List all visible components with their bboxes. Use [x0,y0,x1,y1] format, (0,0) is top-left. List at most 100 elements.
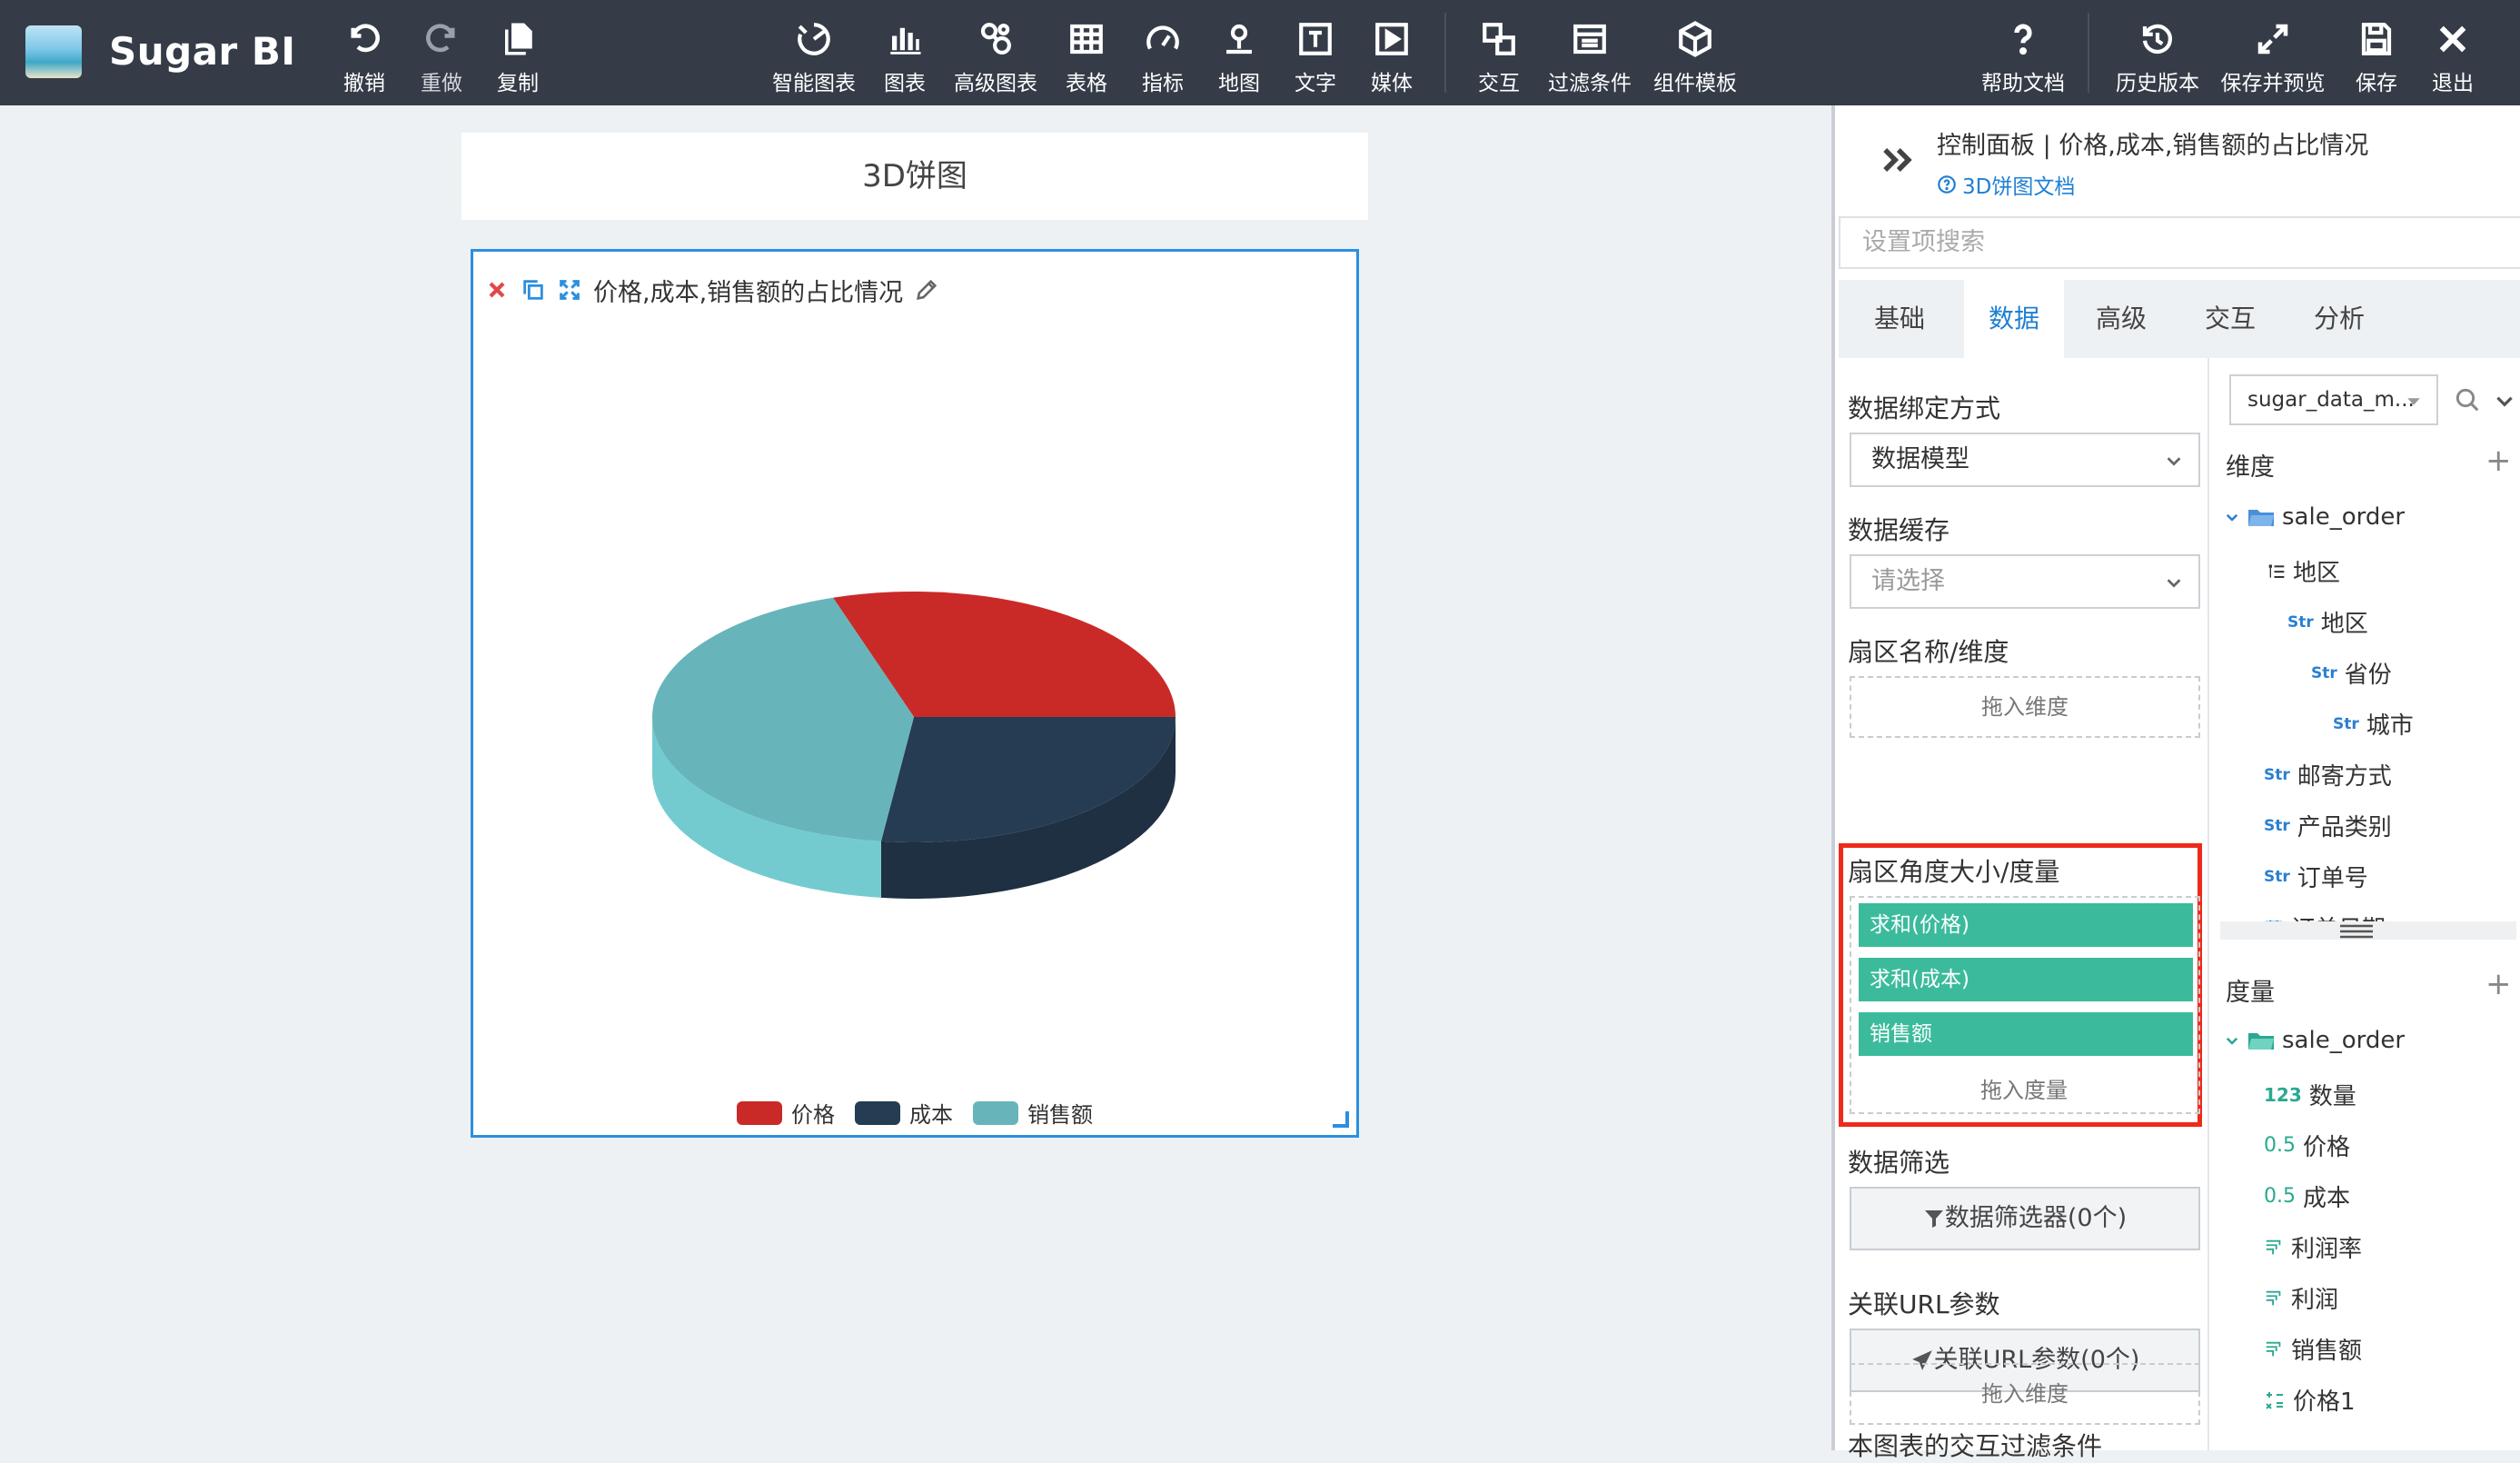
measure-field-profit-rate[interactable]: 利润率 [2264,1230,2362,1264]
tab-advanced[interactable]: 高级 [2071,280,2171,358]
filter-button[interactable]: 过滤条件 [1540,20,1640,95]
field-label: 利润 [2291,1287,2339,1314]
string-type-icon: Str [2333,714,2359,733]
tab-interaction[interactable]: 交互 [2180,280,2280,358]
interact-dimension-dropzone[interactable]: 拖入维度 [1850,1363,2200,1425]
measure-pill-sales[interactable]: 销售额 [1859,1012,2193,1056]
help-doc-label: 帮助文档 [1981,72,2065,95]
binding-mode-select[interactable]: 数据模型 [1850,433,2200,487]
legend-swatch [973,1100,1018,1125]
media-button[interactable]: 媒体 [1342,20,1442,95]
field-label: 成本 [2303,1185,2351,1212]
resize-handle[interactable] [1333,1111,1349,1128]
chevron-down-icon[interactable] [2493,389,2516,413]
data-filter-button[interactable]: 数据筛选器(0个) [1850,1187,2200,1250]
page-title[interactable]: 3D饼图 [461,133,1368,220]
add-dimension-icon[interactable]: + [2485,445,2512,476]
dimension-field-region-hierarchy[interactable]: 地区 [2267,554,2340,588]
copy-label: 复制 [497,72,539,95]
control-panel: 控制面板 | 价格,成本,销售额的占比情况 3D饼图文档 设置项搜索 基础 数据… [1831,105,2520,1461]
toolbar-divider [1444,13,1446,93]
legend-label: 销售额 [1027,1102,1093,1128]
legend-item-sales[interactable]: 销售额 [973,1097,1093,1129]
measure-pill-cost[interactable]: 求和(成本) [1859,958,2193,1001]
chart-doc-link[interactable]: 3D饼图文档 [1937,169,2075,200]
settings-search-input[interactable]: 设置项搜索 [1839,216,2520,269]
dimension-field-region[interactable]: Str 地区 [2287,605,2368,639]
filter-label: 过滤条件 [1548,72,1632,95]
redo-icon [426,24,455,53]
measure-field-quantity[interactable]: 123 数量 [2264,1078,2356,1111]
url-params-label: 关联URL参数 [1848,1289,2000,1319]
dimension-folder[interactable]: sale_order [2224,503,2405,531]
smart-chart-icon [798,23,830,55]
dimension-field-province[interactable]: Str 省份 [2311,656,2392,690]
measure-folder[interactable]: sale_order [2224,1027,2405,1054]
legend-swatch [737,1100,782,1125]
measure-field-price[interactable]: 0.5 价格 [2264,1129,2350,1162]
caret-down-icon [2407,398,2420,405]
data-cache-select[interactable]: 请选择 [1850,554,2200,609]
binding-mode-label: 数据绑定方式 [1848,393,2001,423]
component-template-button[interactable]: 组件模板 [1645,20,1745,95]
help-circle-icon [1938,175,1956,194]
drag-handle-icon[interactable] [2338,923,2375,940]
data-cache-placeholder: 请选择 [1871,567,1945,595]
history-button[interactable]: 历史版本 [2108,20,2207,95]
measure-field-cost[interactable]: 0.5 成本 [2264,1179,2350,1213]
legend-swatch [855,1100,900,1125]
dimensions-header: 维度 [2226,453,2275,482]
dimension-field-city[interactable]: Str 城市 [2333,707,2414,741]
folder-open-icon [2248,510,2274,526]
help-doc-button[interactable]: 帮助文档 [1973,20,2073,95]
chart-button[interactable]: 图表 [855,20,955,95]
dimension-field-ship-mode[interactable]: Str 邮寄方式 [2264,758,2392,791]
legend-label: 价格 [791,1102,835,1128]
smart-chart-button[interactable]: 智能图表 [764,20,864,95]
chart-label: 图表 [884,72,926,95]
tab-basic[interactable]: 基础 [1850,280,1950,358]
measure-field-sales[interactable]: 销售额 [2264,1332,2362,1366]
bar-chart-icon [890,27,921,55]
question-icon [2014,24,2032,55]
save-preview-button[interactable]: 保存并预览 [2208,20,2337,95]
advanced-chart-button[interactable]: 高级图表 [946,20,1046,95]
advanced-chart-icon [980,23,1011,55]
interact-button[interactable]: 交互 [1449,20,1549,95]
add-measure-icon[interactable]: + [2485,969,2512,1000]
text-icon [1299,23,1332,55]
dimension-field-order-id[interactable]: Str 订单号 [2264,860,2368,893]
legend-item-cost[interactable]: 成本 [855,1097,953,1129]
tab-analysis[interactable]: 分析 [2289,280,2389,358]
app-name: Sugar BI [109,29,296,74]
field-label: 利润率 [2291,1236,2363,1263]
dimension-folder-label: sale_order [2282,503,2406,531]
dimension-dropzone[interactable]: 拖入维度 [1850,676,2200,738]
folder-open-icon [2248,1033,2274,1050]
legend-item-price[interactable]: 价格 [737,1097,835,1129]
string-type-icon: Str [2311,663,2337,682]
measure-field-profit[interactable]: 利润 [2264,1281,2338,1315]
collapse-panel-icon[interactable] [1877,140,1917,180]
gauge-icon [1146,25,1179,50]
field-label: 价格1 [2293,1388,2356,1416]
field-label: 销售额 [2291,1338,2363,1365]
dimension-field-category[interactable]: Str 产品类别 [2264,809,2392,842]
measure-field-price1[interactable]: 价格1 [2264,1383,2356,1417]
measure-pill-price[interactable]: 求和(价格) [1859,903,2193,947]
search-icon[interactable] [2453,385,2482,414]
field-label: 邮寄方式 [2297,763,2392,791]
measure-drop-hint[interactable]: 拖入度量 [1839,1072,2209,1104]
media-label: 媒体 [1371,72,1413,95]
filter-list-icon [1573,24,1606,55]
copy-button[interactable]: 复制 [468,20,568,95]
data-cache-label: 数据缓存 [1848,515,1950,545]
exit-button[interactable]: 退出 [2403,20,2503,95]
field-label: 省份 [2344,662,2392,689]
sector-angle-label: 扇区角度大小/度量 [1848,857,2060,887]
table-icon [1070,24,1103,55]
chart-card[interactable]: 价格,成本,销售额的占比情况 价格 成本 销售额 [471,249,1359,1138]
tab-data[interactable]: 数据 [1964,280,2064,358]
field-label: 城市 [2366,712,2414,740]
smart-chart-label: 智能图表 [772,72,856,95]
